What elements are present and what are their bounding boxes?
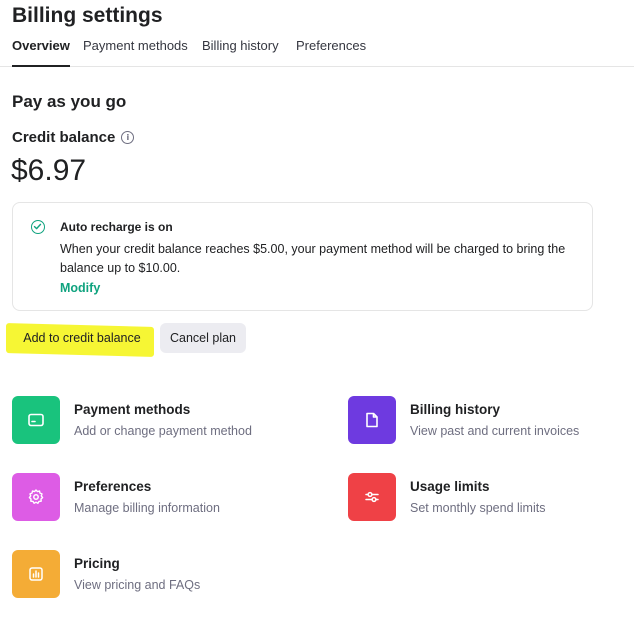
gear-icon (12, 473, 60, 521)
tab-payment-methods[interactable]: Payment methods (83, 38, 188, 65)
tab-billing-history[interactable]: Billing history (202, 38, 279, 65)
tile-description: Manage billing information (74, 501, 220, 515)
credit-balance-text: Credit balance (12, 129, 116, 146)
check-circle-icon (31, 220, 45, 234)
tab-preferences[interactable]: Preferences (296, 38, 366, 65)
auto-recharge-title: Auto recharge is on (60, 220, 173, 234)
auto-recharge-card: Auto recharge is on When your credit bal… (12, 202, 593, 311)
page-title: Billing settings (12, 4, 163, 27)
tile-title: Preferences (74, 479, 152, 494)
credit-balance-label: Credit balance i (12, 129, 135, 146)
tile-description: View past and current invoices (410, 424, 580, 438)
tile-title: Pricing (74, 556, 120, 571)
tile-description: Add or change payment method (74, 424, 252, 438)
tile-description: Set monthly spend limits (410, 501, 546, 515)
credit-card-icon (12, 396, 60, 444)
auto-recharge-description: When your credit balance reaches $5.00, … (60, 242, 566, 275)
credit-balance-value: $6.97 (11, 154, 87, 187)
tab-bar: Overview Payment methods Billing history… (0, 36, 634, 67)
tile-description: View pricing and FAQs (74, 578, 201, 592)
add-to-credit-balance-button[interactable]: Add to credit balance (12, 323, 152, 353)
info-icon[interactable]: i (121, 131, 135, 144)
sliders-icon (348, 473, 396, 521)
bar-chart-icon (12, 550, 60, 598)
tile-title: Payment methods (74, 402, 191, 417)
cancel-plan-button[interactable]: Cancel plan (160, 323, 246, 353)
tab-overview[interactable]: Overview (12, 38, 70, 67)
tile-title: Billing history (410, 402, 501, 417)
section-title: Pay as you go (12, 92, 127, 111)
document-icon (348, 396, 396, 444)
modify-link[interactable]: Modify (60, 281, 100, 295)
tile-title: Usage limits (410, 479, 490, 494)
